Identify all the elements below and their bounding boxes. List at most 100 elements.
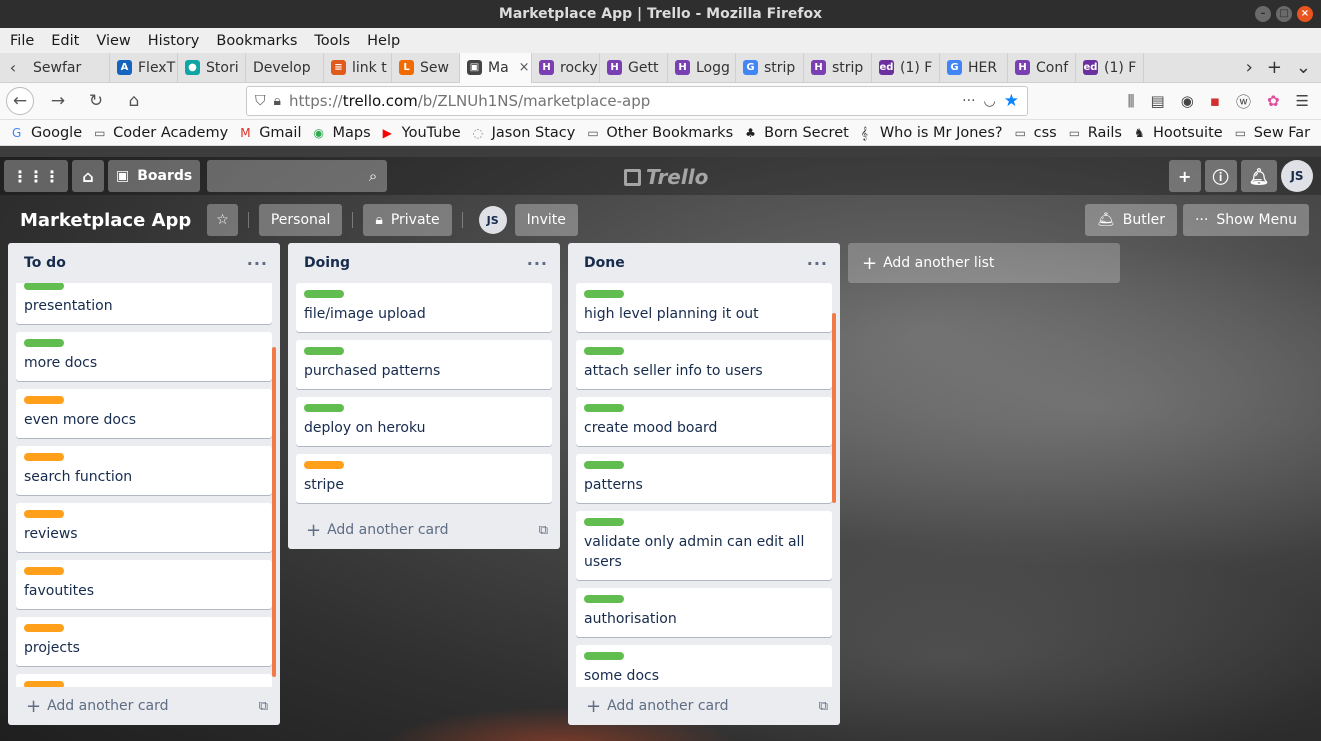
extension-w-icon[interactable]: ⓦ	[1236, 91, 1251, 112]
browser-tab[interactable]: Hrocky	[532, 52, 600, 83]
bookmark-item[interactable]: ♣ Born Secret	[745, 125, 849, 141]
boards-button[interactable]: ▣ Boards	[108, 160, 201, 192]
card[interactable]: deploy on heroku	[296, 397, 552, 446]
add-list-button[interactable]: + Add another list	[848, 243, 1120, 283]
list-done[interactable]: Done ··· high level planning it out attac…	[568, 243, 840, 725]
menu-file[interactable]: File	[10, 33, 34, 49]
bookmark-item[interactable]: ▭ Sew Far	[1235, 125, 1310, 141]
card[interactable]: attach seller info to users	[576, 340, 832, 389]
menu-history[interactable]: History	[148, 33, 200, 49]
bookmark-item[interactable]: ◌ Jason Stacy	[473, 125, 576, 141]
list-to-do[interactable]: To do ··· presentation more docs even more…	[8, 243, 280, 725]
card-label-orange[interactable]	[24, 681, 64, 687]
close-icon[interactable]: ×	[1297, 6, 1313, 22]
card-label-green[interactable]	[584, 652, 624, 660]
minimize-icon[interactable]: –	[1255, 6, 1271, 22]
lock-icon[interactable]: 🔒︎	[274, 93, 281, 109]
apps-switcher-button[interactable]: ⋮⋮⋮	[4, 160, 68, 192]
card-label-green[interactable]	[584, 347, 624, 355]
card-label-green[interactable]	[24, 339, 64, 347]
tab-close-icon[interactable]: ×	[519, 60, 530, 75]
add-card-button[interactable]: + Add another card	[586, 696, 729, 717]
tracking-protection-icon[interactable]: ⛉	[255, 93, 266, 109]
card-template-icon[interactable]: ⧉	[259, 699, 268, 714]
visibility-button[interactable]: 🔒︎ Private	[363, 204, 452, 236]
url-bar[interactable]: ⛉ 🔒︎ https://trello.com/b/ZLNUh1NS/marke…	[246, 86, 1028, 116]
board-member-avatar[interactable]: JS	[478, 206, 507, 234]
menu-help[interactable]: Help	[367, 33, 400, 49]
board-title[interactable]: Marketplace App	[20, 210, 191, 231]
show-menu-button[interactable]: ··· Show Menu	[1182, 204, 1309, 236]
card[interactable]: validate only admin can edit all users	[576, 511, 832, 580]
card-label-orange[interactable]	[24, 510, 64, 518]
reload-icon[interactable]: ↻	[82, 87, 110, 115]
card[interactable]: some docs👁︎💬︎ 2	[576, 645, 832, 687]
member-avatar[interactable]: JS	[1281, 160, 1313, 192]
bookmark-item[interactable]: ▭ Coder Academy	[94, 125, 228, 141]
menu-edit[interactable]: Edit	[51, 33, 79, 49]
star-board-button[interactable]: ☆	[207, 204, 238, 236]
browser-tab[interactable]: H Logg	[668, 52, 736, 83]
home-button[interactable]: ⌂	[72, 160, 104, 192]
bookmark-item[interactable]: ◉ Maps	[314, 125, 371, 141]
card[interactable]: file/image upload	[296, 283, 552, 332]
browser-tab[interactable]: H Conf	[1008, 52, 1076, 83]
card-label-orange[interactable]	[304, 461, 344, 469]
browser-tab[interactable]: G HER	[940, 52, 1008, 83]
list-title[interactable]: Doing	[304, 255, 350, 271]
menu-tools[interactable]: Tools	[314, 33, 350, 49]
bookmark-item[interactable]: ▭ Rails	[1069, 125, 1122, 141]
info-button[interactable]: ⓘ	[1204, 160, 1237, 192]
card[interactable]: authorisation	[576, 588, 832, 637]
bookmark-item[interactable]: ♞ Hootsuite	[1134, 125, 1223, 141]
browser-tab[interactable]: H Gett	[600, 52, 668, 83]
add-card-button[interactable]: + Add another card	[306, 520, 449, 541]
list-scrollbar[interactable]	[272, 347, 276, 677]
bookmark-star-icon[interactable]: ★	[1004, 91, 1019, 111]
browser-tab[interactable]: L Sew	[392, 52, 460, 83]
extension-color-icon[interactable]: ✿	[1267, 92, 1280, 110]
extension-lastpass-icon[interactable]: ▪	[1210, 92, 1220, 110]
pocket-icon[interactable]: ◡	[984, 93, 996, 109]
browser-tab[interactable]: Hstrip	[804, 52, 872, 83]
tab-scroll-right-icon[interactable]: ›	[1246, 57, 1253, 78]
trello-logo[interactable]: Trello	[624, 165, 708, 189]
card-label-green[interactable]	[584, 290, 624, 298]
card-label-orange[interactable]	[24, 453, 64, 461]
card[interactable]: high level planning it out	[576, 283, 832, 332]
page-actions-icon[interactable]: ···	[962, 93, 975, 109]
card[interactable]: search function	[16, 446, 272, 495]
create-button[interactable]: +	[1168, 160, 1201, 192]
back-icon[interactable]: ←	[6, 87, 34, 115]
browser-tab[interactable]: ed (1) F	[1076, 52, 1144, 83]
card-label-green[interactable]	[584, 404, 624, 412]
notifications-button[interactable]: 🔔︎	[1240, 160, 1277, 192]
sidebar-icon[interactable]: ▤	[1151, 92, 1165, 110]
card-label-green[interactable]	[584, 461, 624, 469]
card-label-orange[interactable]	[24, 624, 64, 632]
list-menu-icon[interactable]: ···	[807, 254, 828, 273]
browser-tab[interactable]: ≡ link t	[324, 52, 392, 83]
card[interactable]: favoutites	[16, 560, 272, 609]
card-template-icon[interactable]: ⧉	[539, 523, 548, 538]
browser-tab[interactable]: Sewfar	[26, 52, 110, 83]
browser-tab[interactable]: ed (1) F	[872, 52, 940, 83]
list-menu-icon[interactable]: ···	[527, 254, 548, 273]
card-label-green[interactable]	[304, 347, 344, 355]
card-label-green[interactable]	[584, 518, 624, 526]
card-label-orange[interactable]	[24, 567, 64, 575]
url-text[interactable]: https://trello.com/b/ZLNUh1NS/marketplac…	[289, 92, 954, 110]
card[interactable]: projects	[16, 617, 272, 666]
card-label-green[interactable]	[304, 290, 344, 298]
browser-tab[interactable]: A FlexT	[110, 52, 178, 83]
library-icon[interactable]: ⫼	[1128, 92, 1135, 110]
card-label-green[interactable]	[24, 283, 64, 290]
card[interactable]: more docs	[16, 332, 272, 381]
list-title[interactable]: Done	[584, 255, 625, 271]
team-button[interactable]: Personal	[258, 204, 343, 236]
card[interactable]: stripe	[296, 454, 552, 503]
card[interactable]: purchased patterns	[296, 340, 552, 389]
card[interactable]: patterns	[576, 454, 832, 503]
card-label-green[interactable]	[584, 595, 624, 603]
bookmark-item[interactable]: ▭ Other Bookmarks	[587, 125, 733, 141]
